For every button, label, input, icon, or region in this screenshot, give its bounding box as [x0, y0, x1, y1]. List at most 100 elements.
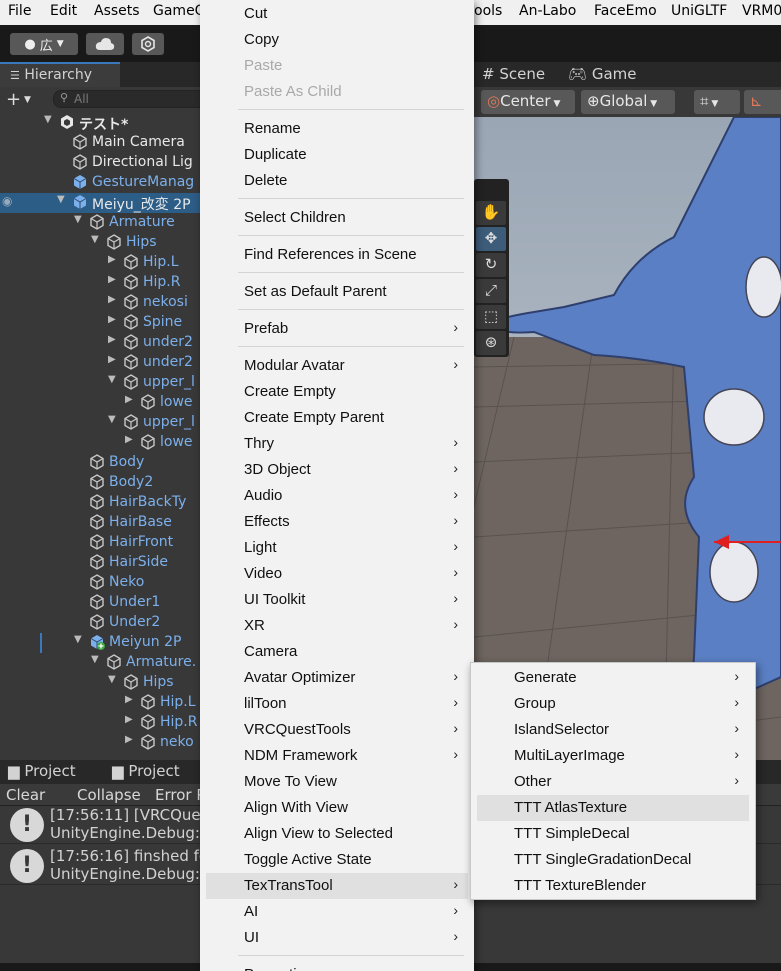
- menu-item-ndm-framework[interactable]: NDM Framework ›: [206, 743, 468, 769]
- space-dropdown[interactable]: ⊕Global ▼: [581, 90, 675, 114]
- hierarchy-row[interactable]: ▼ Meiyun 2P: [0, 633, 200, 653]
- menu-item-avatar-optimizer[interactable]: Avatar Optimizer ›: [206, 665, 468, 691]
- hierarchy-row[interactable]: GestureManag: [0, 173, 200, 193]
- submenu-item-islandselector[interactable]: IslandSelector ›: [477, 717, 749, 743]
- menu-item-create-empty[interactable]: Create Empty: [206, 379, 468, 405]
- menu-faceemo[interactable]: FaceEmo: [594, 3, 657, 19]
- menu-item-3d-object[interactable]: 3D Object ›: [206, 457, 468, 483]
- collapse-arrow-icon[interactable]: ▶: [125, 734, 133, 745]
- hierarchy-row[interactable]: Directional Lig: [0, 153, 200, 173]
- hierarchy-row[interactable]: HairBackTy: [0, 493, 200, 513]
- collapse-arrow-icon[interactable]: ▶: [125, 434, 133, 445]
- clear-button[interactable]: Clear: [2, 786, 49, 804]
- collab-button[interactable]: [132, 33, 164, 55]
- menu-item-camera[interactable]: Camera: [206, 639, 468, 665]
- drag-handle[interactable]: [476, 187, 506, 195]
- expand-arrow-icon[interactable]: ▼: [57, 194, 65, 205]
- grid-snap-button[interactable]: ⌗ ▼: [694, 90, 740, 114]
- menu-item-align-view-to-selected[interactable]: Align View to Selected: [206, 821, 468, 847]
- menu-item-effects[interactable]: Effects ›: [206, 509, 468, 535]
- hierarchy-row[interactable]: HairBase: [0, 513, 200, 533]
- menu-item-audio[interactable]: Audio ›: [206, 483, 468, 509]
- collapse-button[interactable]: Collapse: [73, 786, 145, 804]
- hierarchy-row[interactable]: HairSide: [0, 553, 200, 573]
- hierarchy-row[interactable]: ▼ Armature: [0, 213, 200, 233]
- hierarchy-row[interactable]: ▶ Hip.L: [0, 693, 200, 713]
- hierarchy-row[interactable]: ▶ under2: [0, 353, 200, 373]
- menu-item-light[interactable]: Light ›: [206, 535, 468, 561]
- hierarchy-row[interactable]: Main Camera: [0, 133, 200, 153]
- collapse-arrow-icon[interactable]: ▶: [108, 334, 116, 345]
- menu-item-thry[interactable]: Thry ›: [206, 431, 468, 457]
- expand-arrow-icon[interactable]: ▼: [44, 114, 52, 125]
- menu-tools[interactable]: ools: [474, 3, 502, 19]
- hierarchy-row[interactable]: ▼ Armature.: [0, 653, 200, 673]
- submenu-item-ttt-simpledecal[interactable]: TTT SimpleDecal: [477, 821, 749, 847]
- collapse-arrow-icon[interactable]: ▶: [125, 394, 133, 405]
- hierarchy-row[interactable]: ▼ Hips: [0, 233, 200, 253]
- expand-arrow-icon[interactable]: ▼: [91, 234, 99, 245]
- submenu-item-ttt-textureblender[interactable]: TTT TextureBlender: [477, 873, 749, 899]
- hierarchy-row[interactable]: ▶ nekosi: [0, 293, 200, 313]
- hierarchy-row[interactable]: ▼ upper_l: [0, 373, 200, 393]
- hand-tool-icon[interactable]: ✋: [476, 201, 506, 225]
- menu-item-ui-toolkit[interactable]: UI Toolkit ›: [206, 587, 468, 613]
- hierarchy-row[interactable]: ▶ neko: [0, 733, 200, 753]
- menu-item-select-children[interactable]: Select Children: [206, 205, 468, 231]
- pivot-dropdown[interactable]: ◎Center ▼: [481, 90, 575, 114]
- submenu-item-ttt-singlegradationdecal[interactable]: TTT SingleGradationDecal: [477, 847, 749, 873]
- menu-item-rename[interactable]: Rename: [206, 116, 468, 142]
- transform-tool-icon[interactable]: ⊛: [476, 331, 506, 355]
- hierarchy-row[interactable]: ▶ Hip.R: [0, 273, 200, 293]
- tab-project-1[interactable]: ▆ Project: [0, 760, 84, 784]
- menu-item-modular-avatar[interactable]: Modular Avatar ›: [206, 353, 468, 379]
- menu-item-vrcquesttools[interactable]: VRCQuestTools ›: [206, 717, 468, 743]
- menu-item-set-as-default-parent[interactable]: Set as Default Parent: [206, 279, 468, 305]
- visibility-icon[interactable]: ◉: [2, 194, 12, 208]
- menu-item-liltoon[interactable]: lilToon ›: [206, 691, 468, 717]
- collapse-arrow-icon[interactable]: ▶: [108, 254, 116, 265]
- collapse-arrow-icon[interactable]: ▶: [125, 714, 133, 725]
- collapse-arrow-icon[interactable]: ▶: [125, 694, 133, 705]
- expand-arrow-icon[interactable]: ▼: [74, 634, 82, 645]
- submenu-item-generate[interactable]: Generate ›: [477, 665, 749, 691]
- menu-gameobject[interactable]: GameO: [153, 3, 206, 19]
- tab-game[interactable]: 🎮︎ Game: [560, 62, 644, 87]
- hierarchy-row[interactable]: ▼ Hips: [0, 673, 200, 693]
- scale-tool-icon[interactable]: ⤢: [476, 279, 506, 303]
- collapse-arrow-icon[interactable]: ▶: [108, 294, 116, 305]
- account-dropdown[interactable]: ● 広 ▼: [10, 33, 78, 55]
- hierarchy-row[interactable]: Neko: [0, 573, 200, 593]
- move-tool-icon[interactable]: ✥: [476, 227, 506, 251]
- menu-item-prefab[interactable]: Prefab ›: [206, 316, 468, 342]
- hierarchy-row[interactable]: Body2: [0, 473, 200, 493]
- tab-hierarchy[interactable]: ☰ Hierarchy: [0, 62, 120, 87]
- collapse-arrow-icon[interactable]: ▶: [108, 354, 116, 365]
- expand-arrow-icon[interactable]: ▼: [108, 374, 116, 385]
- menu-item-move-to-view[interactable]: Move To View: [206, 769, 468, 795]
- hierarchy-row[interactable]: ▶ lowe: [0, 393, 200, 413]
- submenu-item-other[interactable]: Other ›: [477, 769, 749, 795]
- menu-item-delete[interactable]: Delete: [206, 168, 468, 194]
- snap-increment-button[interactable]: ⊾: [744, 90, 781, 114]
- menu-item-video[interactable]: Video ›: [206, 561, 468, 587]
- menu-file[interactable]: File: [8, 3, 31, 19]
- menu-vrm0[interactable]: VRM0: [742, 3, 781, 19]
- hierarchy-row[interactable]: ◉ ▼ Meiyu_改変 2P: [0, 193, 200, 213]
- menu-item-ai[interactable]: AI ›: [206, 899, 468, 925]
- tab-scene[interactable]: # Scene: [474, 62, 553, 87]
- rect-tool-icon[interactable]: ⬚: [476, 305, 506, 329]
- expand-arrow-icon[interactable]: ▼: [108, 674, 116, 685]
- cloud-button[interactable]: [86, 33, 124, 55]
- hierarchy-row[interactable]: ▶ lowe: [0, 433, 200, 453]
- collapse-arrow-icon[interactable]: ▶: [108, 274, 116, 285]
- menu-item-find-references-in-scene[interactable]: Find References in Scene: [206, 242, 468, 268]
- menu-item-ui[interactable]: UI ›: [206, 925, 468, 951]
- expand-arrow-icon[interactable]: ▼: [91, 654, 99, 665]
- hierarchy-row[interactable]: Body: [0, 453, 200, 473]
- hierarchy-row[interactable]: ▼ upper_l: [0, 413, 200, 433]
- menu-item-align-with-view[interactable]: Align With View: [206, 795, 468, 821]
- hierarchy-row[interactable]: ▶ Spine: [0, 313, 200, 333]
- menu-item-copy[interactable]: Copy: [206, 27, 468, 53]
- rotate-tool-icon[interactable]: ↻: [476, 253, 506, 277]
